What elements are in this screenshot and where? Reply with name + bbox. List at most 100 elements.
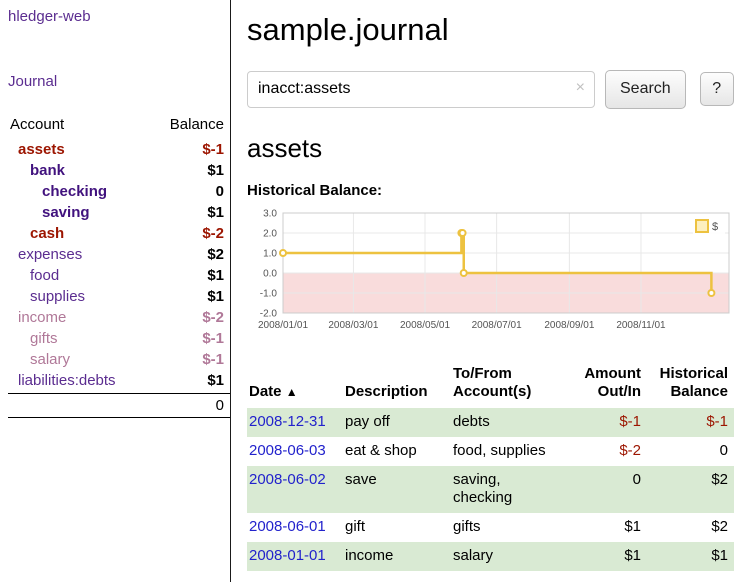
- account-row: cash $-2: [8, 223, 230, 244]
- cell-date: 2008-06-03: [247, 437, 343, 466]
- cell-accounts: salary: [451, 542, 563, 571]
- help-button[interactable]: ?: [700, 72, 734, 106]
- account-link[interactable]: expenses: [8, 246, 82, 263]
- cell-description: income: [343, 542, 451, 571]
- register-col-date-label: Date: [249, 383, 282, 400]
- register-header-row: Date ▲ Description To/From Account(s) Am…: [247, 363, 734, 409]
- account-link[interactable]: liabilities:debts: [8, 372, 116, 389]
- cell-balance: 0: [647, 437, 734, 466]
- register-col-balance: Historical Balance: [647, 363, 734, 409]
- sort-asc-icon: ▲: [286, 385, 298, 399]
- accounts-col-account: Account: [10, 116, 64, 133]
- date-link[interactable]: 2008-12-31: [249, 413, 326, 430]
- account-link[interactable]: cash: [8, 225, 64, 242]
- cell-amount: $1: [563, 542, 647, 571]
- cell-balance: $1: [647, 542, 734, 571]
- cell-amount: $-2: [563, 437, 647, 466]
- main-content: sample.journal × Search ? assets Histori…: [231, 0, 742, 582]
- account-balance: $2: [207, 246, 224, 263]
- cell-date: 2008-06-01: [247, 513, 343, 542]
- register-row: 2008-06-03 eat & shopfood, supplies$-20: [247, 437, 734, 466]
- cell-date: 2008-12-31: [247, 408, 343, 437]
- balance-chart[interactable]: 3.02.01.00.0-1.0-2.02008/01/012008/03/01…: [247, 207, 733, 347]
- svg-text:0.0: 0.0: [263, 268, 277, 279]
- cell-balance: $-1: [647, 408, 734, 437]
- account-balance: 0: [216, 183, 224, 200]
- account-link[interactable]: salary: [8, 351, 70, 368]
- cell-date: 2008-01-01: [247, 542, 343, 571]
- sidebar-item-journal[interactable]: Journal: [8, 73, 230, 90]
- account-row: liabilities:debts $1: [8, 370, 230, 391]
- page-title: sample.journal: [247, 12, 734, 48]
- account-link[interactable]: saving: [8, 204, 90, 221]
- register-col-amount: Amount Out/In: [563, 363, 647, 409]
- register-col-accounts: To/From Account(s): [451, 363, 563, 409]
- cell-accounts: debts: [451, 408, 563, 437]
- svg-text:-1.0: -1.0: [260, 288, 278, 299]
- accounts-table: Account Balance assets $-1 bank $1 checking 0…: [8, 114, 230, 418]
- cell-accounts: gifts: [451, 513, 563, 542]
- accounts-rows: assets $-1 bank $1 checking 0 saving $1 cash $-2 e…: [8, 139, 230, 391]
- search-box: ×: [247, 71, 595, 108]
- register-table: Date ▲ Description To/From Account(s) Am…: [247, 363, 734, 571]
- account-heading: assets: [247, 133, 734, 164]
- account-balance: $-1: [202, 141, 224, 158]
- account-row: salary $-1: [8, 349, 230, 370]
- app-title-link[interactable]: hledger-web: [8, 8, 230, 25]
- search-input[interactable]: [247, 71, 595, 108]
- register-row: 2008-06-02savesaving, checking0$2: [247, 466, 734, 514]
- account-row: gifts $-1: [8, 328, 230, 349]
- account-balance: $1: [207, 372, 224, 389]
- account-link[interactable]: checking: [8, 183, 107, 200]
- account-row: assets $-1: [8, 139, 230, 160]
- cell-accounts: saving, checking: [451, 466, 563, 514]
- svg-text:2008/07/01: 2008/07/01: [472, 320, 522, 331]
- cell-accounts: food, supplies: [451, 437, 563, 466]
- account-balance: $-1: [202, 351, 224, 368]
- account-link[interactable]: food: [8, 267, 59, 284]
- search-button[interactable]: Search: [605, 70, 686, 109]
- account-link[interactable]: bank: [8, 162, 65, 179]
- account-balance: $-2: [202, 309, 224, 326]
- date-link[interactable]: 2008-06-02: [249, 471, 326, 488]
- accounts-total-value: 0: [216, 397, 224, 414]
- register-col-date[interactable]: Date ▲: [247, 363, 343, 409]
- svg-text:2008/05/01: 2008/05/01: [400, 320, 450, 331]
- account-link[interactable]: assets: [8, 141, 65, 158]
- account-link[interactable]: income: [8, 309, 66, 326]
- cell-description: eat & shop: [343, 437, 451, 466]
- account-balance: $-1: [202, 330, 224, 347]
- svg-text:3.0: 3.0: [263, 208, 277, 219]
- svg-text:1.0: 1.0: [263, 248, 277, 259]
- sidebar: hledger-web Journal Account Balance asse…: [0, 0, 231, 582]
- register-row: 2008-06-01giftgifts$1$2: [247, 513, 734, 542]
- account-row: supplies$1: [8, 286, 230, 307]
- account-row: food $1: [8, 265, 230, 286]
- chart-title: Historical Balance:: [247, 182, 734, 199]
- date-link[interactable]: 2008-01-01: [249, 547, 326, 564]
- cell-balance: $2: [647, 466, 734, 514]
- account-balance: $-2: [202, 225, 224, 242]
- clear-search-icon[interactable]: ×: [576, 79, 585, 97]
- account-row: income $-2: [8, 307, 230, 328]
- app-root: hledger-web Journal Account Balance asse…: [0, 0, 742, 582]
- date-link[interactable]: 2008-06-03: [249, 442, 326, 459]
- svg-text:2008/09/01: 2008/09/01: [544, 320, 594, 331]
- svg-text:2.0: 2.0: [263, 228, 277, 239]
- register-row: 2008-12-31pay offdebts$-1$-1: [247, 408, 734, 437]
- svg-text:2008/03/01: 2008/03/01: [328, 320, 378, 331]
- svg-text:2008/01/01: 2008/01/01: [258, 320, 308, 331]
- account-link[interactable]: supplies: [8, 288, 85, 305]
- account-row: saving $1: [8, 202, 230, 223]
- date-link[interactable]: 2008-06-01: [249, 518, 326, 535]
- cell-amount: 0: [563, 466, 647, 514]
- search-form: × Search ?: [247, 70, 734, 109]
- account-link[interactable]: gifts: [8, 330, 58, 347]
- account-balance: $1: [207, 162, 224, 179]
- account-balance: $1: [207, 204, 224, 221]
- cell-amount: $-1: [563, 408, 647, 437]
- account-balance: $1: [207, 267, 224, 284]
- accounts-table-header: Account Balance: [8, 114, 230, 139]
- svg-text:2008/11/01: 2008/11/01: [616, 320, 666, 331]
- account-row: expenses $2: [8, 244, 230, 265]
